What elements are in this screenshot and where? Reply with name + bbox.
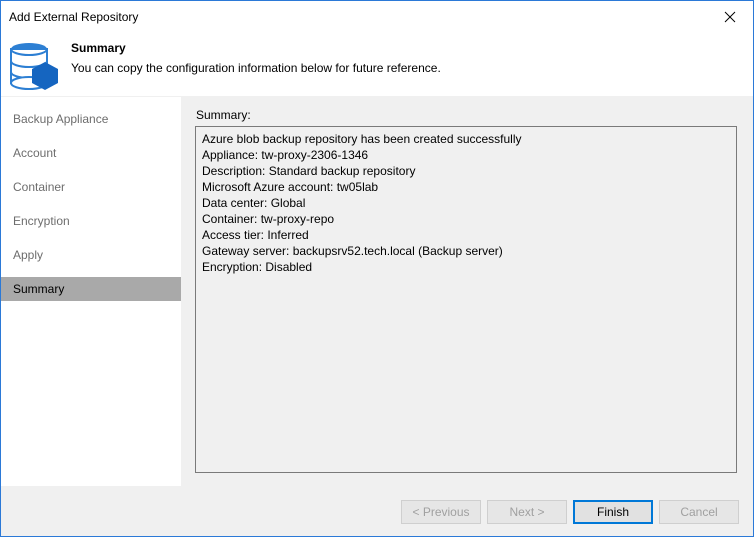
wizard-header: Summary You can copy the configuration i… — [1, 32, 753, 96]
sidebar-item-account[interactable]: Account — [1, 141, 181, 165]
sidebar-item-apply[interactable]: Apply — [1, 243, 181, 267]
summary-line: Container: tw-proxy-repo — [202, 212, 335, 226]
page-subtitle: You can copy the configuration informati… — [71, 61, 441, 75]
title-bar[interactable]: Add External Repository — [1, 1, 753, 32]
wizard-footer: < Previous Next > Finish Cancel — [1, 487, 753, 536]
wizard-steps-sidebar: Backup Appliance Account Container Encry… — [1, 97, 181, 486]
sidebar-item-container[interactable]: Container — [1, 175, 181, 199]
sidebar-item-encryption[interactable]: Encryption — [1, 209, 181, 233]
cancel-button[interactable]: Cancel — [659, 500, 739, 524]
summary-label: Summary: — [196, 108, 251, 122]
summary-line: Data center: Global — [202, 196, 306, 210]
summary-line: Description: Standard backup repository — [202, 164, 416, 178]
sidebar-item-backup-appliance[interactable]: Backup Appliance — [1, 107, 181, 131]
summary-line: Azure blob backup repository has been cr… — [202, 132, 522, 146]
close-icon — [724, 11, 736, 22]
summary-line: Gateway server: backupsrv52.tech.local (… — [202, 244, 503, 258]
summary-line: Appliance: tw-proxy-2306-1346 — [202, 148, 369, 162]
page-title: Summary — [71, 41, 126, 55]
close-button[interactable] — [707, 1, 753, 32]
summary-textbox[interactable]: Azure blob backup repository has been cr… — [195, 126, 737, 473]
previous-button[interactable]: < Previous — [401, 500, 481, 524]
summary-line: Access tier: Inferred — [202, 228, 309, 242]
dialog-window: Add External Repository Summary You can … — [0, 0, 754, 537]
next-button[interactable]: Next > — [487, 500, 567, 524]
finish-button[interactable]: Finish — [573, 500, 653, 524]
database-hexagon-icon — [10, 43, 58, 90]
summary-line: Microsoft Azure account: tw05lab — [202, 180, 379, 194]
window-title: Add External Repository — [9, 10, 139, 24]
sidebar-item-summary[interactable]: Summary — [1, 277, 181, 301]
summary-line: Encryption: Disabled — [202, 260, 313, 274]
